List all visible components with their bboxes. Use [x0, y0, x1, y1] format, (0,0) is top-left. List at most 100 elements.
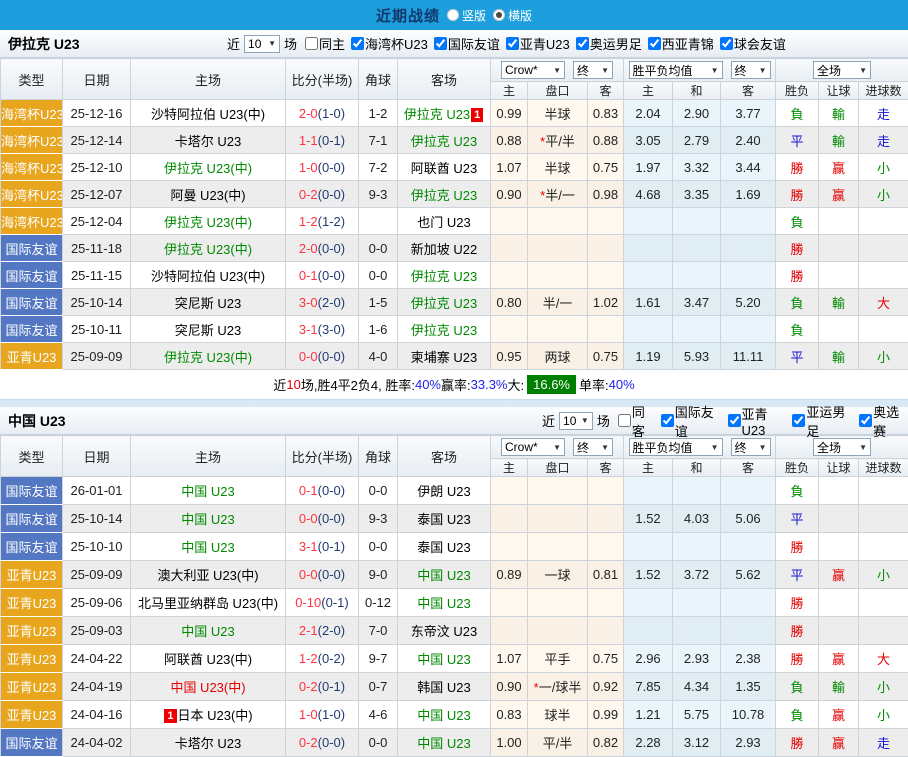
home-team-cell[interactable]: 中国 U23	[131, 505, 286, 533]
team-name[interactable]: 中国 U23	[181, 540, 234, 555]
score-cell[interactable]: 0-2(0-1)	[286, 673, 359, 701]
team-name[interactable]: 柬埔寨 U23	[411, 350, 477, 365]
crow-select[interactable]: Crow*▼	[501, 61, 565, 79]
fulltime-select[interactable]: 全场▼	[813, 438, 871, 456]
filter-option[interactable]: 奥选赛	[859, 402, 908, 440]
team-name[interactable]: 东帝汶 U23	[411, 624, 477, 639]
home-team-cell[interactable]: 北马里亚纳群岛 U23(中)	[131, 589, 286, 617]
team-name[interactable]: 伊拉克 U23(中)	[164, 242, 252, 257]
team-name[interactable]: 沙特阿拉伯 U23(中)	[151, 269, 265, 284]
away-team-cell[interactable]: 柬埔寨 U23	[398, 343, 491, 370]
final-select[interactable]: 终▼	[573, 438, 613, 456]
away-team-cell[interactable]: 泰国 U23	[398, 533, 491, 561]
home-team-cell[interactable]: 突尼斯 U23	[131, 316, 286, 343]
away-team-cell[interactable]: 新加坡 U22	[398, 235, 491, 262]
filter-option[interactable]: 国际友谊	[434, 34, 500, 53]
team-name[interactable]: 中国 U23	[181, 484, 234, 499]
away-team-cell[interactable]: 伊拉克 U23	[398, 289, 491, 316]
filter-checkbox[interactable]	[434, 37, 447, 50]
team-name[interactable]: 阿联酋 U23(中)	[164, 652, 252, 667]
away-team-cell[interactable]: 阿联酋 U23	[398, 154, 491, 181]
team-name[interactable]: 伊拉克 U23	[411, 188, 477, 203]
team-name[interactable]: 也门 U23	[417, 215, 470, 230]
away-team-cell[interactable]: 也门 U23	[398, 208, 491, 235]
score-cell[interactable]: 2-0(1-0)	[286, 100, 359, 127]
away-team-cell[interactable]: 中国 U23	[398, 645, 491, 673]
filter-option[interactable]: 亚运男足	[792, 402, 853, 440]
score-cell[interactable]: 3-1(3-0)	[286, 316, 359, 343]
away-team-cell[interactable]: 中国 U23	[398, 589, 491, 617]
filter-checkbox[interactable]	[351, 37, 364, 50]
radio-unselected-icon[interactable]	[447, 9, 459, 21]
home-team-cell[interactable]: 中国 U23(中)	[131, 673, 286, 701]
home-team-cell[interactable]: 卡塔尔 U23	[131, 729, 286, 757]
filter-checkbox[interactable]	[859, 414, 872, 427]
team-name[interactable]: 中国 U23	[417, 736, 470, 751]
score-cell[interactable]: 0-2(0-0)	[286, 181, 359, 208]
filter-option[interactable]: 国际友谊	[661, 402, 722, 440]
away-team-cell[interactable]: 泰国 U23	[398, 505, 491, 533]
away-team-cell[interactable]: 韩国 U23	[398, 673, 491, 701]
filter-option[interactable]: 奥运男足	[576, 34, 642, 53]
team-name[interactable]: 中国 U23	[417, 596, 470, 611]
score-cell[interactable]: 1-1(0-1)	[286, 127, 359, 154]
team-name[interactable]: 阿曼 U23(中)	[170, 188, 245, 203]
home-team-cell[interactable]: 1日本 U23(中)	[131, 701, 286, 729]
filter-checkbox[interactable]	[648, 37, 661, 50]
score-cell[interactable]: 1-0(0-0)	[286, 154, 359, 181]
team-name[interactable]: 卡塔尔 U23	[175, 736, 241, 751]
home-team-cell[interactable]: 突尼斯 U23	[131, 289, 286, 316]
team-name[interactable]: 中国 U23	[417, 708, 470, 723]
filter-checkbox[interactable]	[720, 37, 733, 50]
home-team-cell[interactable]: 中国 U23	[131, 617, 286, 645]
away-team-cell[interactable]: 伊拉克 U23	[398, 316, 491, 343]
team-name[interactable]: 突尼斯 U23	[175, 323, 241, 338]
avg-select[interactable]: 胜平负均值▼	[629, 438, 723, 456]
home-team-cell[interactable]: 伊拉克 U23(中)	[131, 208, 286, 235]
home-team-cell[interactable]: 澳大利亚 U23(中)	[131, 561, 286, 589]
home-team-cell[interactable]: 中国 U23	[131, 477, 286, 505]
score-cell[interactable]: 0-1(0-0)	[286, 477, 359, 505]
team-name[interactable]: 韩国 U23	[417, 680, 470, 695]
team-name[interactable]: 伊拉克 U23	[404, 107, 470, 122]
filter-checkbox[interactable]	[305, 37, 318, 50]
score-cell[interactable]: 0-10(0-1)	[286, 589, 359, 617]
avg-select[interactable]: 胜平负均值▼	[629, 61, 723, 79]
team-name[interactable]: 澳大利亚 U23(中)	[157, 568, 258, 583]
filter-checkbox[interactable]	[576, 37, 589, 50]
final-select[interactable]: 终▼	[573, 61, 613, 79]
team-name[interactable]: 伊朗 U23	[417, 484, 470, 499]
score-cell[interactable]: 0-1(0-0)	[286, 262, 359, 289]
team-name[interactable]: 中国 U23	[181, 624, 234, 639]
team-name[interactable]: 中国 U23	[417, 652, 470, 667]
team-name[interactable]: 伊拉克 U23	[411, 323, 477, 338]
away-team-cell[interactable]: 中国 U23	[398, 701, 491, 729]
home-team-cell[interactable]: 中国 U23	[131, 533, 286, 561]
filter-option[interactable]: 亚青U23	[728, 404, 787, 438]
team-name[interactable]: 日本 U23(中)	[178, 708, 253, 723]
filter-option[interactable]: 球会友谊	[720, 34, 786, 53]
team-name[interactable]: 伊拉克 U23(中)	[164, 350, 252, 365]
score-cell[interactable]: 0-0(0-0)	[286, 343, 359, 370]
layout-radio-vertical[interactable]: 竖版	[447, 7, 486, 24]
filter-option[interactable]: 海湾杯U23	[351, 34, 428, 53]
away-team-cell[interactable]: 伊拉克 U23	[398, 181, 491, 208]
radio-label[interactable]: 竖版	[462, 7, 486, 24]
team-name[interactable]: 伊拉克 U23	[411, 134, 477, 149]
team-name[interactable]: 伊拉克 U23(中)	[164, 161, 252, 176]
home-team-cell[interactable]: 沙特阿拉伯 U23(中)	[131, 262, 286, 289]
team-name[interactable]: 中国 U23(中)	[170, 680, 245, 695]
filter-checkbox[interactable]	[506, 37, 519, 50]
radio-selected-icon[interactable]	[493, 9, 505, 21]
home-team-cell[interactable]: 伊拉克 U23(中)	[131, 154, 286, 181]
final-select[interactable]: 终▼	[731, 61, 771, 79]
filter-checkbox[interactable]	[792, 414, 805, 427]
recent-count-select[interactable]: 10▼	[244, 35, 280, 53]
away-team-cell[interactable]: 伊拉克 U23	[398, 262, 491, 289]
team-name[interactable]: 阿联酋 U23	[411, 161, 477, 176]
team-name[interactable]: 中国 U23	[181, 512, 234, 527]
home-team-cell[interactable]: 伊拉克 U23(中)	[131, 235, 286, 262]
home-team-cell[interactable]: 伊拉克 U23(中)	[131, 343, 286, 370]
team-name[interactable]: 泰国 U23	[417, 512, 470, 527]
filter-checkbox[interactable]	[661, 414, 674, 427]
